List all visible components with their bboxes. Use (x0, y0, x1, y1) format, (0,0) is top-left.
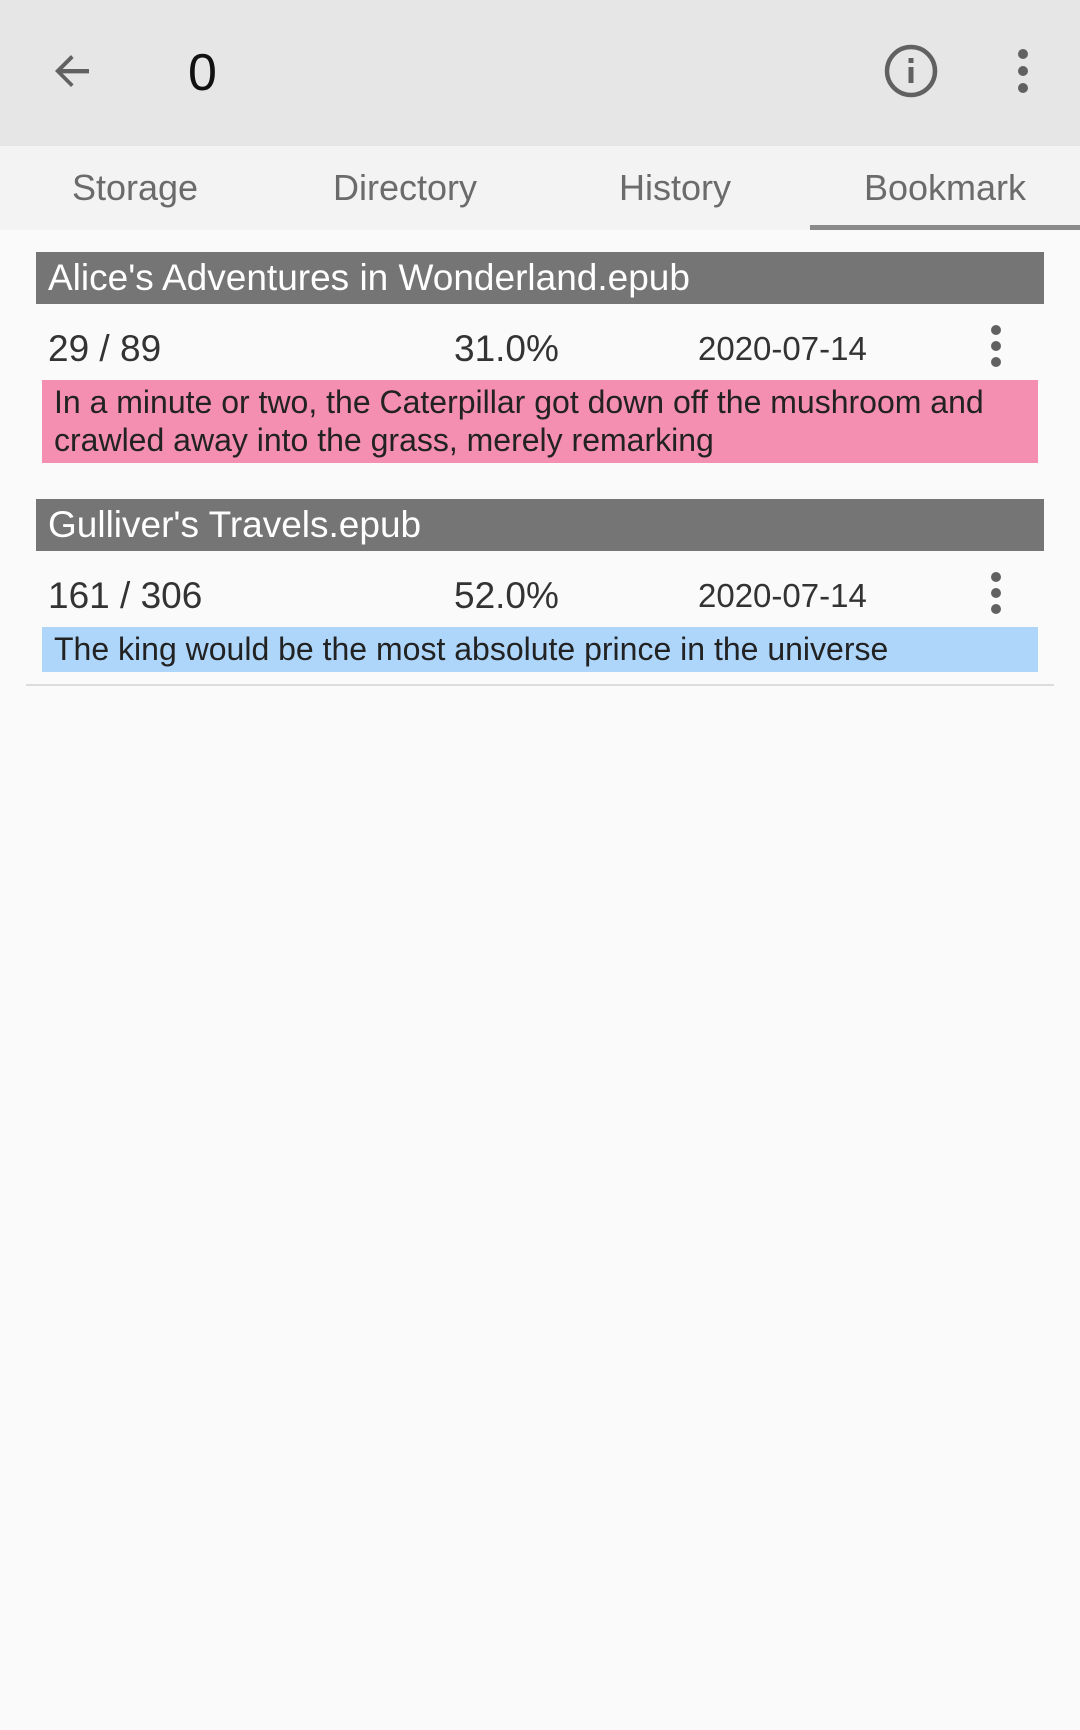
bookmark-item[interactable]: 161 / 306 52.0% 2020-07-14 The king woul… (36, 551, 1044, 672)
list-divider (26, 684, 1054, 686)
bookmark-date: 2020-07-14 (698, 330, 867, 367)
more-vert-icon (988, 571, 1004, 620)
app-toolbar: 0 (0, 0, 1080, 146)
book-group-header: Alice's Adventures in Wonderland.epub (36, 252, 1044, 304)
tab-bookmark[interactable]: Bookmark (810, 146, 1080, 230)
bookmark-percent: 31.0% (454, 328, 559, 369)
arrow-back-icon (49, 47, 97, 100)
tab-directory[interactable]: Directory (270, 146, 540, 230)
bookmark-item[interactable]: 29 / 89 31.0% 2020-07-14 In a minute or … (36, 304, 1044, 463)
back-button[interactable] (36, 36, 110, 110)
overflow-menu-button[interactable] (986, 36, 1060, 110)
bookmark-percent: 52.0% (454, 575, 559, 616)
bookmark-list: Alice's Adventures in Wonderland.epub 29… (0, 230, 1080, 686)
tab-history[interactable]: History (540, 146, 810, 230)
tab-storage[interactable]: Storage (0, 146, 270, 230)
more-vert-icon (988, 324, 1004, 373)
bookmark-meta: 161 / 306 52.0% 2020-07-14 (42, 551, 1038, 627)
bookmark-menu-button[interactable] (966, 565, 1026, 625)
bookmark-meta: 29 / 89 31.0% 2020-07-14 (42, 304, 1038, 380)
bookmark-date: 2020-07-14 (698, 577, 867, 614)
page-title: 0 (188, 44, 217, 102)
bookmark-menu-button[interactable] (966, 318, 1026, 378)
bookmark-snippet: In a minute or two, the Caterpillar got … (42, 380, 1038, 463)
book-group-header: Gulliver's Travels.epub (36, 499, 1044, 551)
tab-bar: Storage Directory History Bookmark (0, 146, 1080, 230)
bookmark-pages: 161 / 306 (48, 575, 203, 616)
more-vert-icon (1013, 47, 1033, 100)
info-button[interactable] (874, 36, 948, 110)
bookmark-pages: 29 / 89 (48, 328, 162, 369)
bookmark-snippet: The king would be the most absolute prin… (42, 627, 1038, 672)
info-icon (883, 43, 939, 104)
